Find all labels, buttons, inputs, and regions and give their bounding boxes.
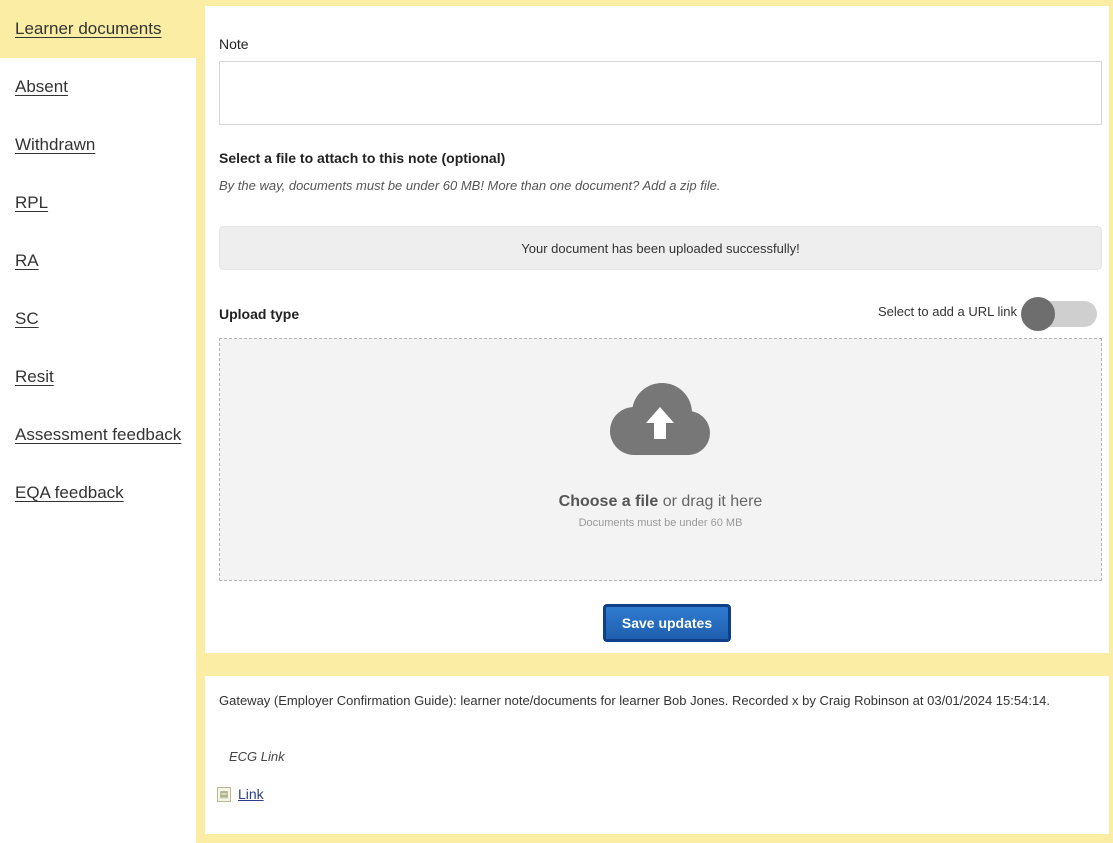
- sidebar-item-eqa-feedback[interactable]: EQA feedback: [0, 464, 196, 522]
- sidebar-item-withdrawn[interactable]: Withdrawn: [0, 116, 196, 174]
- record-link-title: ECG Link: [229, 749, 285, 764]
- url-toggle-label: Select to add a URL link: [878, 304, 1017, 319]
- drag-text: or drag it here: [658, 493, 763, 510]
- sidebar-item-sc[interactable]: SC: [0, 290, 196, 348]
- upload-success-text: Your document has been uploaded successf…: [521, 240, 800, 256]
- record-panel: Gateway (Employer Confirmation Guide): l…: [196, 662, 1113, 843]
- note-form-panel: Note Select a file to attach to this not…: [196, 0, 1113, 662]
- record-link[interactable]: Link: [238, 786, 264, 802]
- toggle-knob[interactable]: [1021, 297, 1055, 331]
- sidebar-item-absent[interactable]: Absent: [0, 58, 196, 116]
- file-icon: ▤: [217, 787, 231, 802]
- dropzone-choose-text: Choose a file or drag it here: [220, 493, 1101, 511]
- cloud-upload-icon: [610, 383, 710, 455]
- upload-success-message: Your document has been uploaded successf…: [219, 226, 1102, 270]
- upload-type-label: Upload type: [219, 306, 300, 322]
- url-link-toggle[interactable]: [1021, 297, 1097, 331]
- sidebar-item-assessment-feedback[interactable]: Assessment feedback: [0, 406, 196, 464]
- file-dropzone[interactable]: Choose a file or drag it here Documents …: [219, 338, 1102, 581]
- save-updates-button[interactable]: Save updates: [603, 604, 731, 642]
- record-description: Gateway (Employer Confirmation Guide): l…: [219, 693, 1051, 708]
- note-label: Note: [219, 36, 249, 52]
- sidebar-item-rpl[interactable]: RPL: [0, 174, 196, 232]
- dropzone-size-hint: Documents must be under 60 MB: [578, 517, 743, 529]
- attach-file-label: Select a file to attach to this note (op…: [219, 150, 506, 166]
- note-textarea[interactable]: [219, 61, 1102, 125]
- sidebar-item-ra[interactable]: RA: [0, 232, 196, 290]
- sidebar-item-resit[interactable]: Resit: [0, 348, 196, 406]
- sidebar-nav: Learner documents Absent Withdrawn RPL R…: [0, 0, 196, 843]
- choose-file-link[interactable]: Choose a file: [559, 493, 659, 510]
- sidebar-item-learner-documents[interactable]: Learner documents: [0, 0, 196, 58]
- attach-hint: By the way, documents must be under 60 M…: [219, 178, 721, 193]
